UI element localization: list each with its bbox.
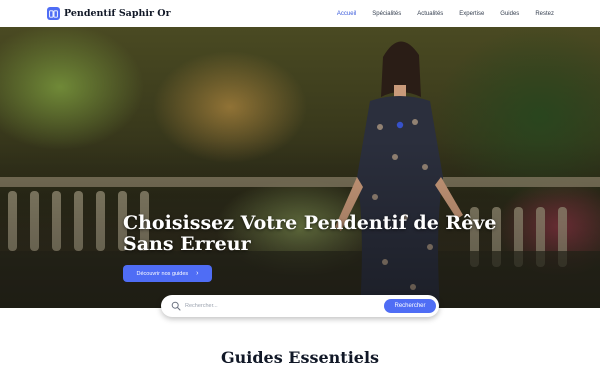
nav-item-restez[interactable]: Restez (535, 11, 554, 17)
search-input[interactable] (185, 300, 375, 312)
hero-banner: Choisissez Votre Pendentif de Rêve Sans … (0, 27, 600, 308)
search-button[interactable]: Rechercher (384, 299, 436, 313)
discover-guides-label: Découvrir nos guides (136, 270, 189, 277)
brand-logo[interactable]: Pendentif Saphir Or (47, 7, 171, 20)
hero-overlay (0, 27, 600, 308)
search-icon (171, 301, 181, 311)
main-nav: Accueil Spécialités Actualités Expertise… (321, 0, 554, 27)
nav-item-actualites[interactable]: Actualités (417, 11, 443, 17)
site-header: Pendentif Saphir Or Accueil Spécialités … (0, 0, 600, 27)
book-icon (47, 7, 60, 20)
section-title: Guides Essentiels (220, 348, 380, 367)
nav-item-expertise[interactable]: Expertise (459, 11, 484, 17)
brand-name: Pendentif Saphir Or (64, 8, 171, 19)
nav-item-specialites[interactable]: Spécialités (372, 11, 401, 17)
chevron-right-icon: › (196, 270, 199, 277)
nav-item-guides[interactable]: Guides (500, 11, 519, 17)
nav-item-accueil[interactable]: Accueil (337, 11, 356, 17)
hero-title: Choisissez Votre Pendentif de Rêve Sans … (123, 212, 497, 255)
search-bar: Rechercher (161, 295, 439, 317)
discover-guides-button[interactable]: Découvrir nos guides › (123, 265, 212, 282)
